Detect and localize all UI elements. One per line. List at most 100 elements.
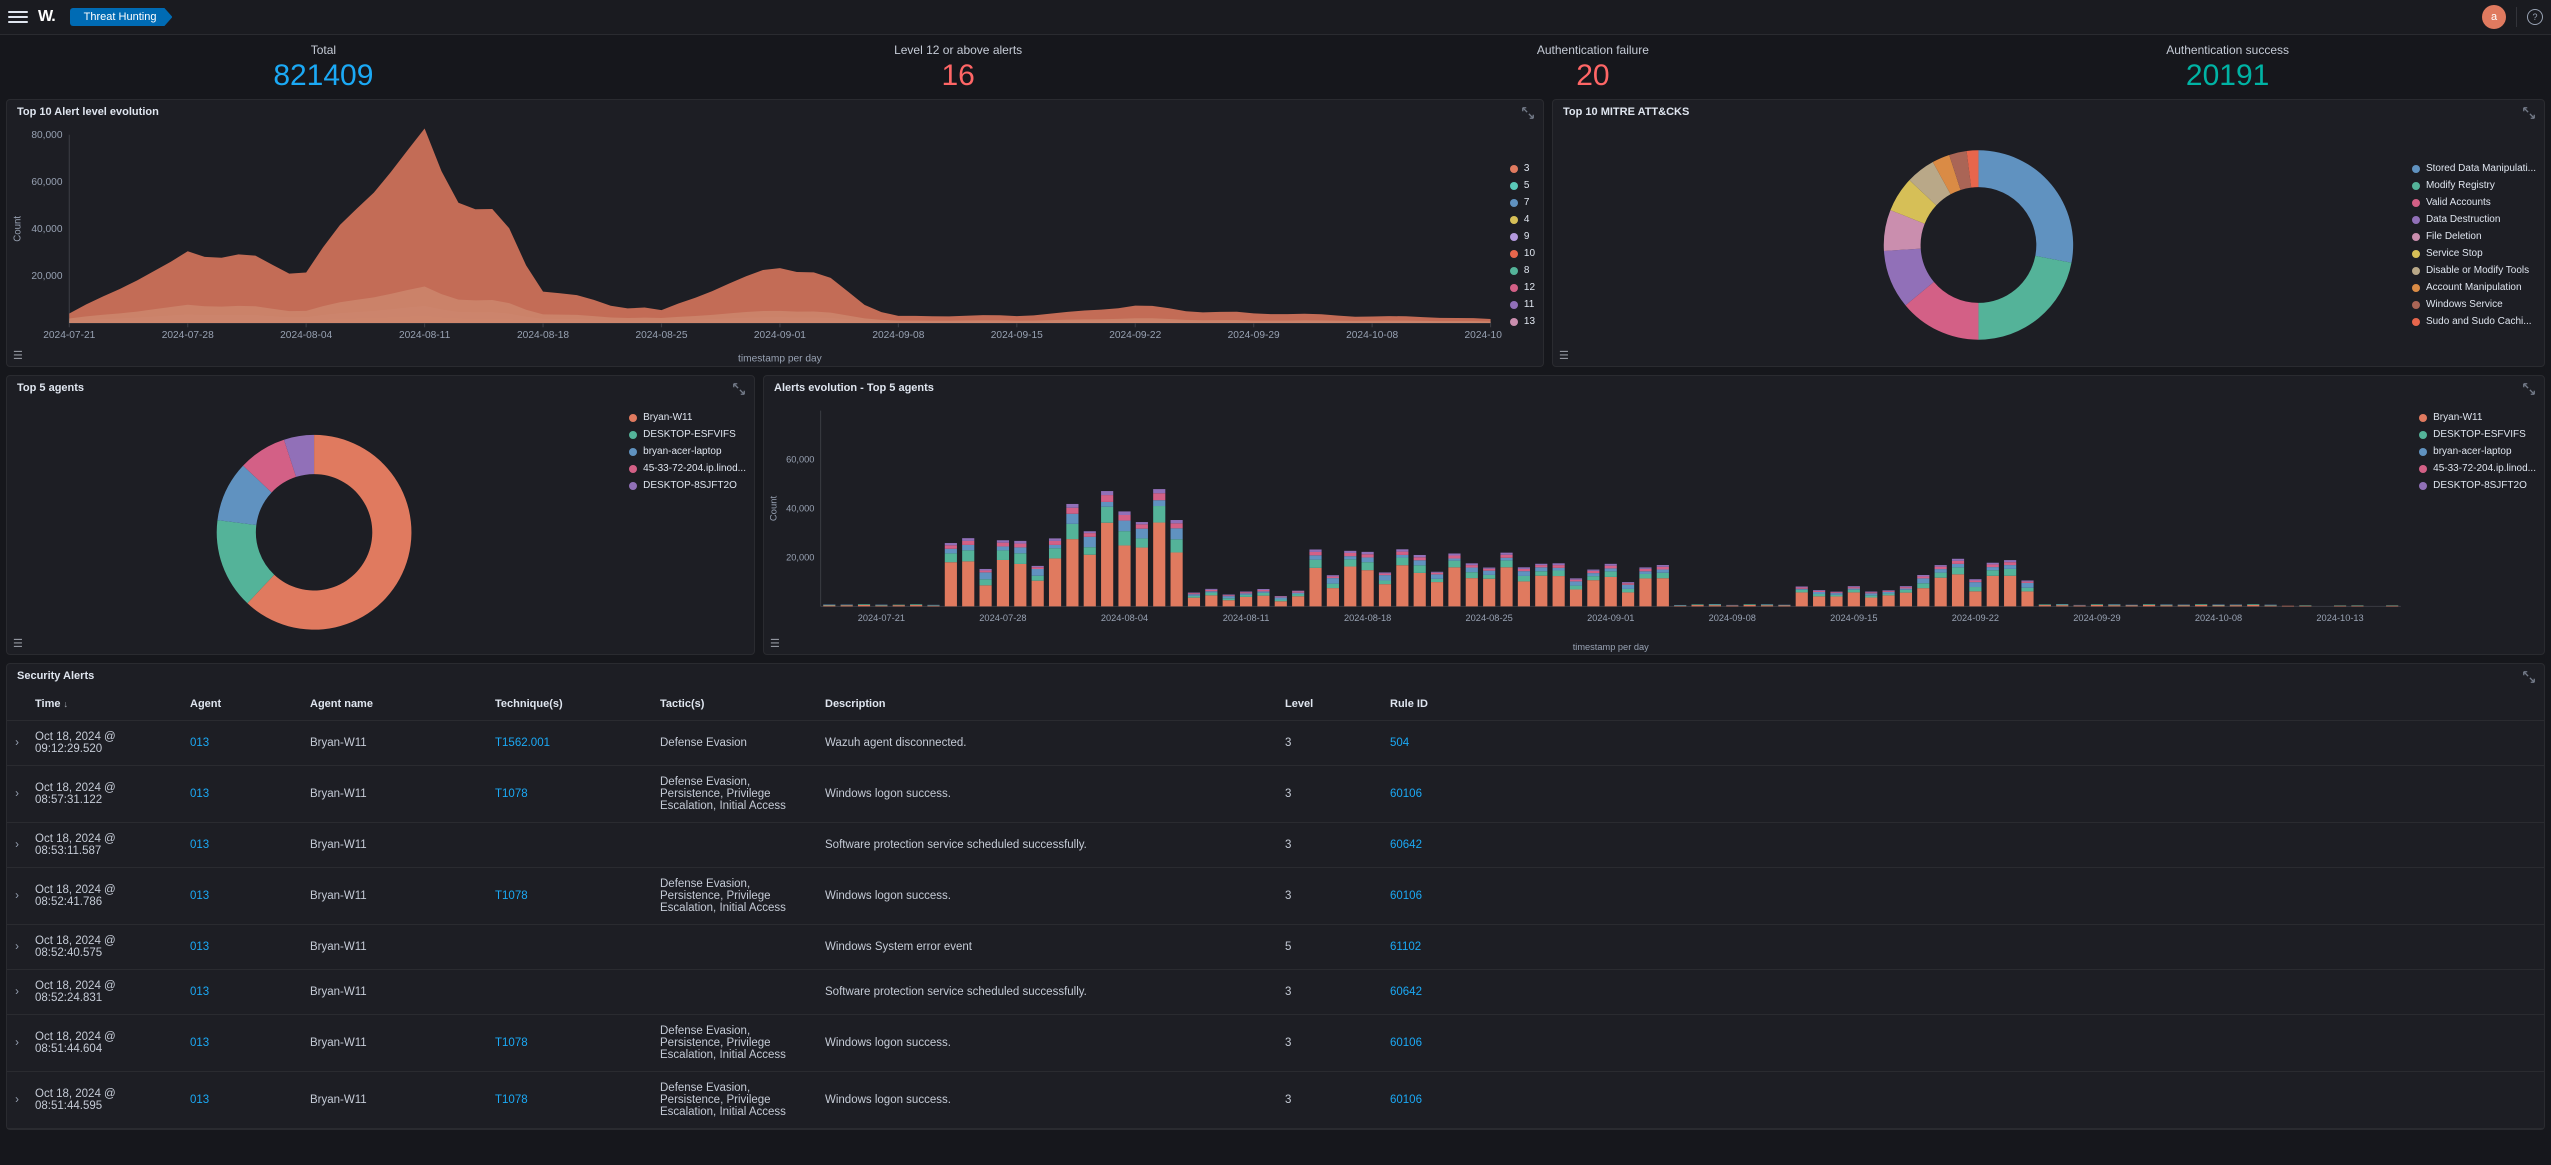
legend-item[interactable]: DESKTOP-ESFVIFS	[2419, 429, 2536, 440]
legend-item[interactable]: 13	[1510, 316, 1535, 327]
col-header[interactable]: Level	[1277, 688, 1382, 721]
expand-row-icon[interactable]: ›	[7, 868, 27, 925]
expand-icon[interactable]	[2522, 670, 2536, 684]
options-icon[interactable]: ☰	[770, 637, 781, 650]
expand-row-icon[interactable]: ›	[7, 970, 27, 1015]
col-header[interactable]: Technique(s)	[487, 688, 652, 721]
cell-agent[interactable]: 013	[182, 868, 302, 925]
menu-icon[interactable]	[8, 7, 28, 27]
legend-item[interactable]: File Deletion	[2412, 231, 2536, 242]
legend-item[interactable]: 45-33-72-204.ip.linod...	[2419, 463, 2536, 474]
legend-label: 45-33-72-204.ip.linod...	[2433, 463, 2536, 474]
cell-agent[interactable]: 013	[182, 1072, 302, 1129]
breadcrumb[interactable]: Threat Hunting	[70, 8, 173, 26]
expand-icon[interactable]	[2522, 106, 2536, 120]
cell-rule[interactable]: 60106	[1382, 766, 2544, 823]
cell-rule[interactable]: 60642	[1382, 970, 2544, 1015]
legend-item[interactable]: Disable or Modify Tools	[2412, 265, 2536, 276]
legend-item[interactable]: 3	[1510, 163, 1535, 174]
expand-row-icon[interactable]: ›	[7, 721, 27, 766]
cell-technique[interactable]	[487, 925, 652, 970]
expand-row-icon[interactable]: ›	[7, 925, 27, 970]
col-header[interactable]: Tactic(s)	[652, 688, 817, 721]
legend-item[interactable]: 4	[1510, 214, 1535, 225]
col-header[interactable]: Agent name	[302, 688, 487, 721]
legend-item[interactable]: Sudo and Sudo Cachi...	[2412, 316, 2536, 327]
cell-agent[interactable]: 013	[182, 1015, 302, 1072]
expand-icon[interactable]	[2522, 382, 2536, 396]
cell-rule[interactable]: 60106	[1382, 868, 2544, 925]
cell-agent[interactable]: 013	[182, 925, 302, 970]
legend-item[interactable]: Data Destruction	[2412, 214, 2536, 225]
expand-icon[interactable]	[1521, 106, 1535, 120]
cell-technique[interactable]: T1078	[487, 868, 652, 925]
legend-label: Windows Service	[2426, 299, 2503, 310]
cell-technique[interactable]: T1078	[487, 766, 652, 823]
avatar[interactable]: a	[2482, 5, 2506, 29]
options-icon[interactable]: ☰	[13, 349, 24, 362]
cell-technique[interactable]: T1562.001	[487, 721, 652, 766]
cell-technique[interactable]	[487, 823, 652, 868]
options-icon[interactable]: ☰	[13, 637, 24, 650]
cell-agent[interactable]: 013	[182, 970, 302, 1015]
expand-icon[interactable]	[732, 382, 746, 396]
legend-item[interactable]: Bryan-W11	[2419, 412, 2536, 423]
legend-item[interactable]: 7	[1510, 197, 1535, 208]
expand-row-icon[interactable]: ›	[7, 1015, 27, 1072]
metric: Authentication failure 20	[1276, 43, 1911, 93]
help-icon[interactable]: ?	[2527, 9, 2543, 25]
cell-agent[interactable]: 013	[182, 766, 302, 823]
legend-item[interactable]: Valid Accounts	[2412, 197, 2536, 208]
legend-label: 10	[1524, 248, 1535, 259]
legend-item[interactable]: 10	[1510, 248, 1535, 259]
legend-item[interactable]: Windows Service	[2412, 299, 2536, 310]
svg-text:2024-09-08: 2024-09-08	[1709, 612, 1756, 623]
cell-rule[interactable]: 60106	[1382, 1015, 2544, 1072]
svg-text:2024-08-04: 2024-08-04	[1101, 612, 1148, 623]
legend-item[interactable]: Modify Registry	[2412, 180, 2536, 191]
cell-rule[interactable]: 504	[1382, 721, 2544, 766]
legend-item[interactable]: 12	[1510, 282, 1535, 293]
col-header[interactable]: Rule ID	[1382, 688, 2544, 721]
metrics-row: Total 821409 Level 12 or above alerts 16…	[0, 35, 2551, 95]
cell-agent-name: Bryan-W11	[302, 970, 487, 1015]
legend-dot	[629, 448, 637, 456]
legend-item[interactable]: Account Manipulation	[2412, 282, 2536, 293]
legend-item[interactable]: Bryan-W11	[629, 412, 746, 423]
legend-label: 11	[1524, 299, 1534, 310]
legend-dot	[2412, 233, 2420, 241]
cell-agent[interactable]: 013	[182, 721, 302, 766]
legend-item[interactable]: 9	[1510, 231, 1535, 242]
logo[interactable]: W.	[38, 8, 55, 26]
legend-item[interactable]: Service Stop	[2412, 248, 2536, 259]
expand-row-icon[interactable]: ›	[7, 766, 27, 823]
legend-item[interactable]: 8	[1510, 265, 1535, 276]
options-icon[interactable]: ☰	[1559, 349, 1570, 362]
expand-row-icon[interactable]: ›	[7, 823, 27, 868]
legend-item[interactable]: 11	[1510, 299, 1535, 310]
expand-row-icon[interactable]: ›	[7, 1072, 27, 1129]
col-header[interactable]: Agent	[182, 688, 302, 721]
legend-item[interactable]: DESKTOP-8SJFT2O	[629, 480, 746, 491]
cell-rule[interactable]: 60642	[1382, 823, 2544, 868]
cell-agent[interactable]: 013	[182, 823, 302, 868]
legend-item[interactable]: DESKTOP-ESFVIFS	[629, 429, 746, 440]
legend-item[interactable]: bryan-acer-laptop	[629, 446, 746, 457]
cell-technique[interactable]: T1078	[487, 1072, 652, 1129]
col-header[interactable]: Time↓	[27, 688, 182, 721]
cell-level: 3	[1277, 766, 1382, 823]
col-header[interactable]: Description	[817, 688, 1277, 721]
cell-technique[interactable]	[487, 970, 652, 1015]
cell-rule[interactable]: 60106	[1382, 1072, 2544, 1129]
cell-rule[interactable]: 61102	[1382, 925, 2544, 970]
legend-item[interactable]: bryan-acer-laptop	[2419, 446, 2536, 457]
legend-item[interactable]: Stored Data Manipulati...	[2412, 163, 2536, 174]
legend-item[interactable]: DESKTOP-8SJFT2O	[2419, 480, 2536, 491]
legend-label: DESKTOP-8SJFT2O	[643, 480, 737, 491]
cell-desc: Windows System error event	[817, 925, 1277, 970]
cell-technique[interactable]: T1078	[487, 1015, 652, 1072]
legend-item[interactable]: 5	[1510, 180, 1535, 191]
cell-level: 3	[1277, 721, 1382, 766]
legend-item[interactable]: 45-33-72-204.ip.linod...	[629, 463, 746, 474]
legend-agents: Bryan-W11 DESKTOP-ESFVIFS bryan-acer-lap…	[2411, 400, 2544, 654]
